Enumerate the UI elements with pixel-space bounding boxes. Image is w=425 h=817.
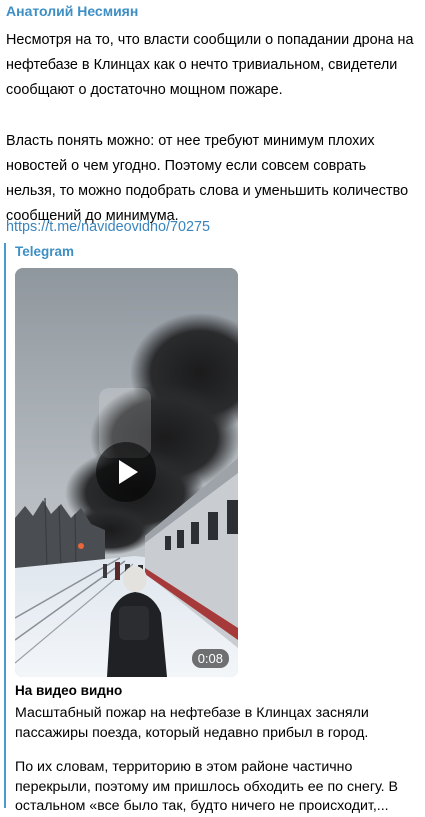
post-text: Несмотря на то, что власти сообщили о по…: [6, 28, 418, 229]
preview-paragraph: Масштабный пожар на нефтебазе в Клинцах …: [15, 705, 369, 741]
link-preview-bar: [4, 243, 6, 808]
preview-site-name: Telegram: [15, 244, 75, 259]
preview-paragraph: По их словам, территорию в этом районе ч…: [15, 759, 399, 815]
play-icon: [119, 460, 138, 484]
post-paragraph: Власть понять можно: от нее требуют мини…: [6, 132, 409, 225]
play-button[interactable]: [96, 442, 156, 502]
preview-description: Масштабный пожар на нефтебазе в Клинцах …: [15, 704, 417, 817]
post-author[interactable]: Анатолий Несмиян: [6, 3, 138, 19]
video-player[interactable]: 0:08: [15, 268, 238, 677]
post-link[interactable]: https://t.me/navideovidno/70275: [6, 217, 210, 237]
video-duration: 0:08: [191, 649, 229, 668]
post-paragraph: Несмотря на то, что власти сообщили о по…: [6, 32, 414, 99]
preview-title: На видео видно: [15, 683, 123, 698]
